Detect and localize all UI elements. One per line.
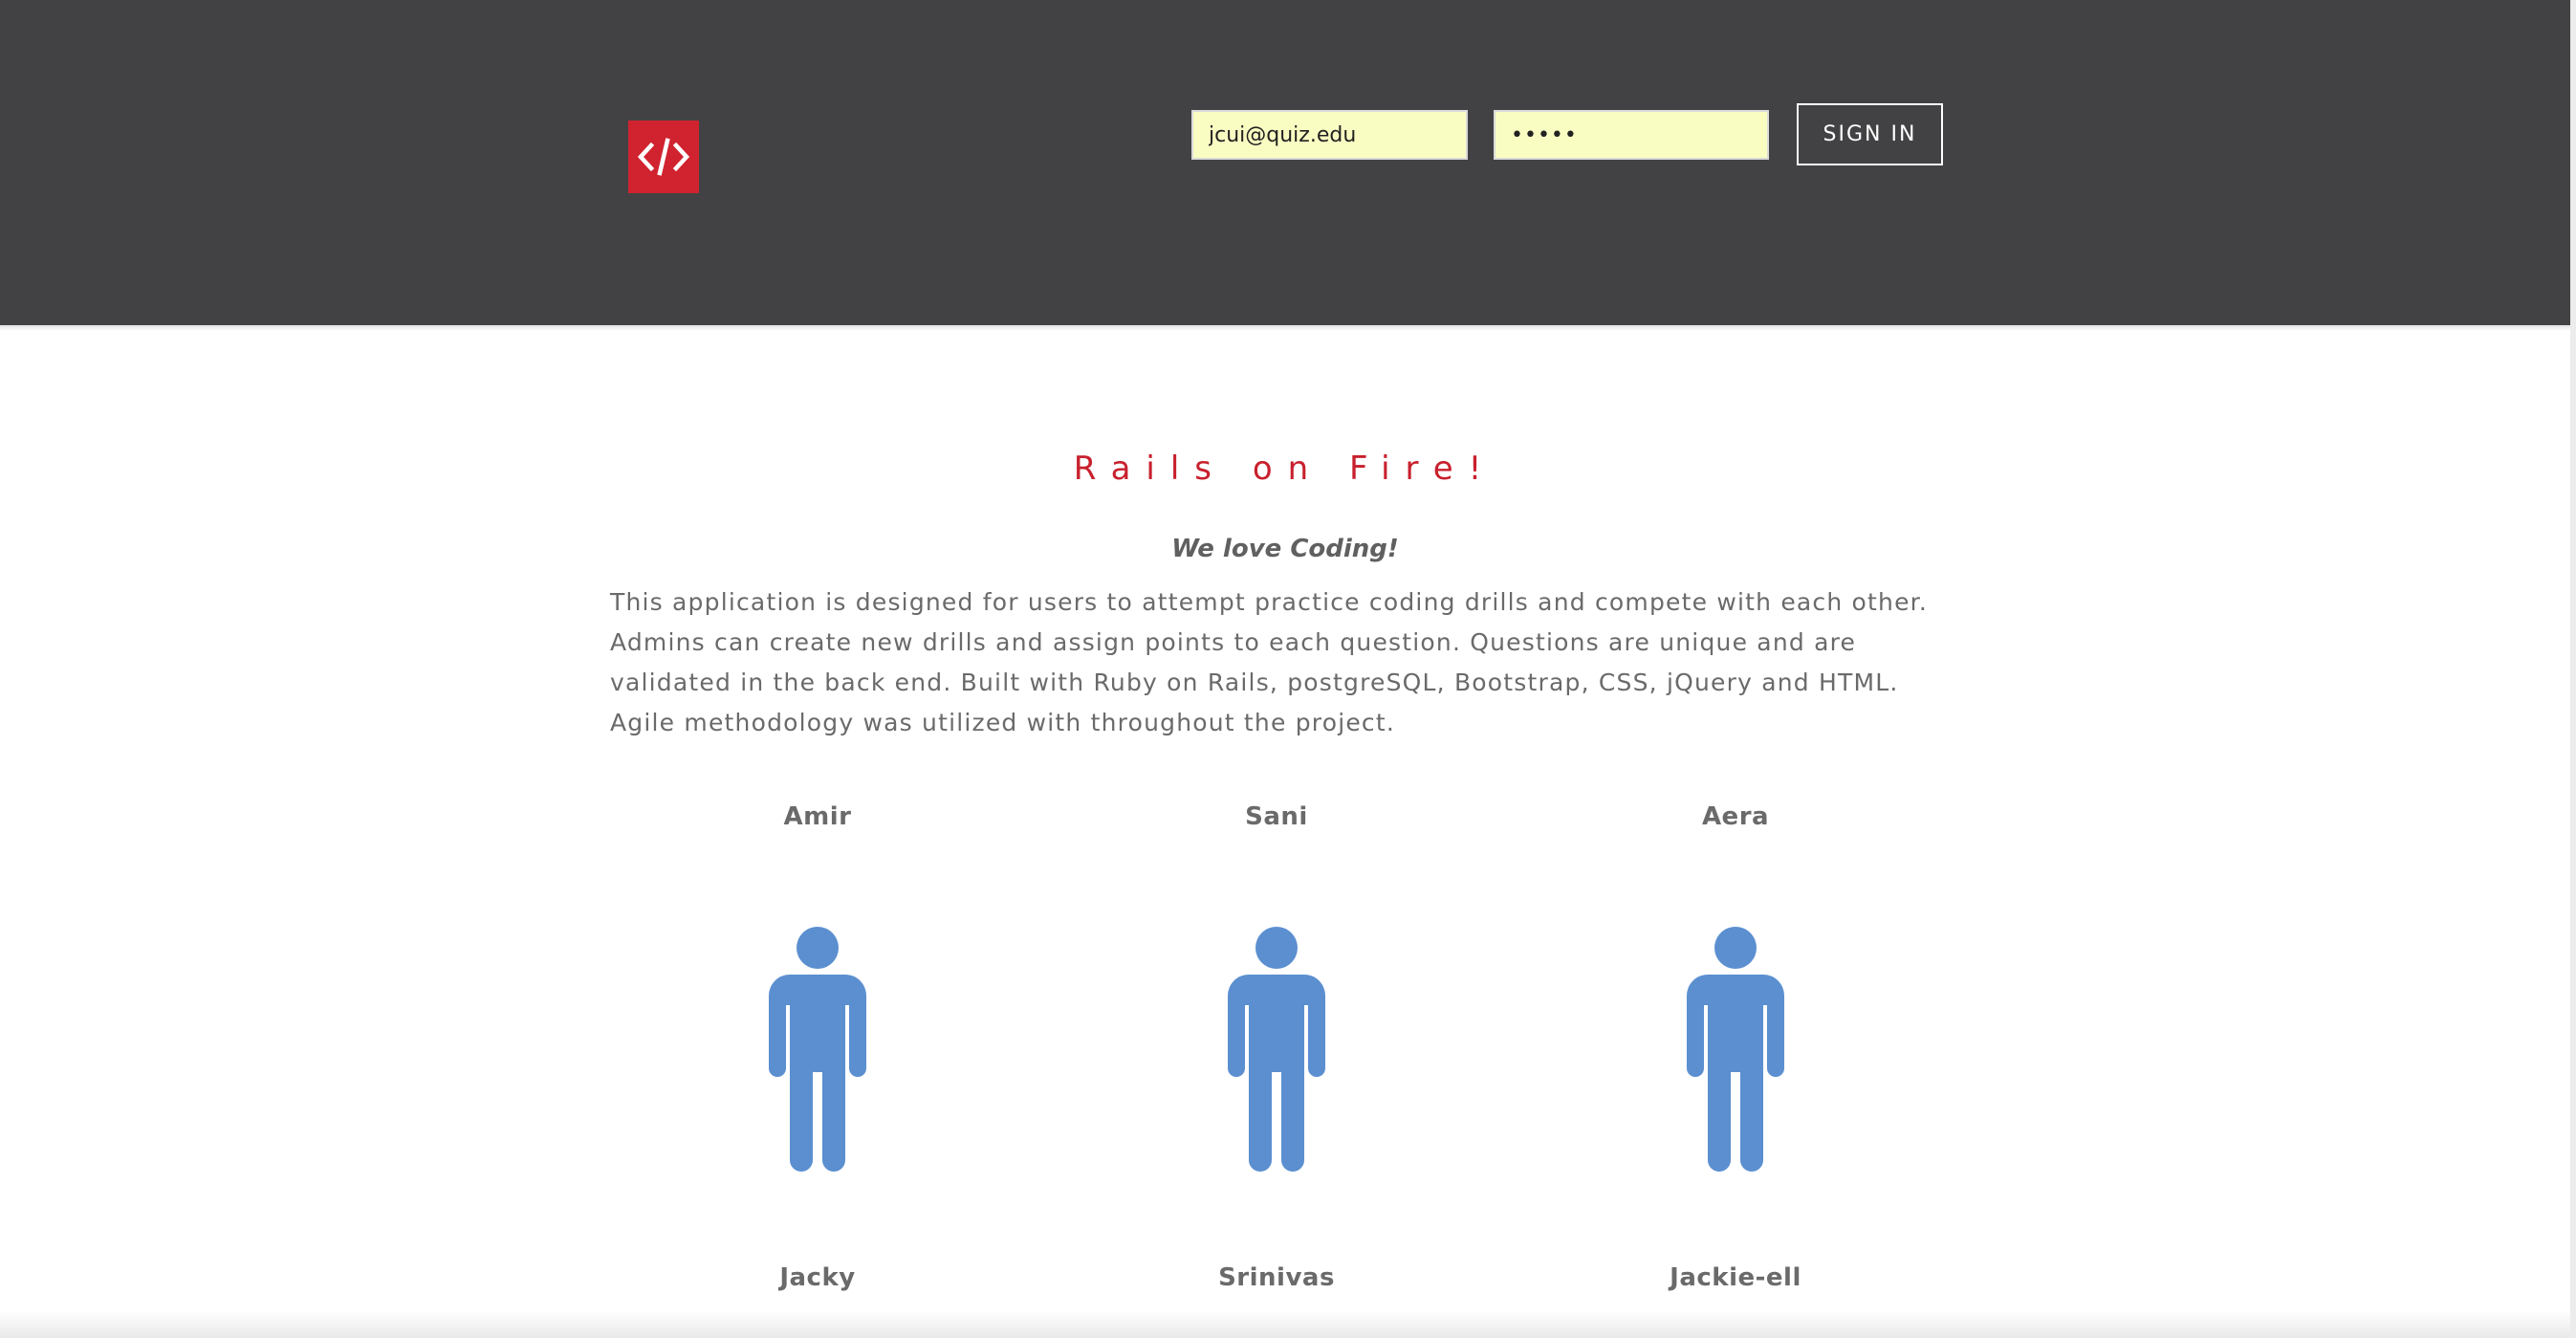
- team-member-name: Jackie-ell: [1670, 1263, 1801, 1292]
- tagline: We love Coding!: [1171, 535, 1399, 563]
- person-icon: [769, 927, 866, 1172]
- person-icon: [1687, 927, 1784, 1172]
- team-member-name: Aera: [1701, 802, 1770, 831]
- app-description: This application is designed for users t…: [610, 588, 1929, 736]
- team-member-name: Sani: [1245, 802, 1308, 831]
- team-member-name: Amir: [783, 802, 852, 831]
- window-edge: [2570, 0, 2576, 1338]
- bottom-fade: [0, 1310, 2570, 1338]
- team-member-name: Srinivas: [1218, 1263, 1335, 1292]
- email-field[interactable]: [1191, 110, 1468, 160]
- logo[interactable]: [628, 121, 699, 193]
- navbar-shadow: [0, 325, 2570, 331]
- page-title: Rails on Fire!: [1073, 450, 1497, 488]
- person-icon: [1228, 927, 1325, 1172]
- top-navbar: SIGN IN: [0, 0, 2570, 325]
- sign-in-button[interactable]: SIGN IN: [1797, 103, 1943, 165]
- team-member-name: Jacky: [779, 1263, 856, 1292]
- page: SIGN IN Rails on Fire! We love Coding! T…: [0, 0, 2576, 1338]
- password-field[interactable]: [1494, 110, 1769, 160]
- code-brackets-icon: [637, 138, 690, 176]
